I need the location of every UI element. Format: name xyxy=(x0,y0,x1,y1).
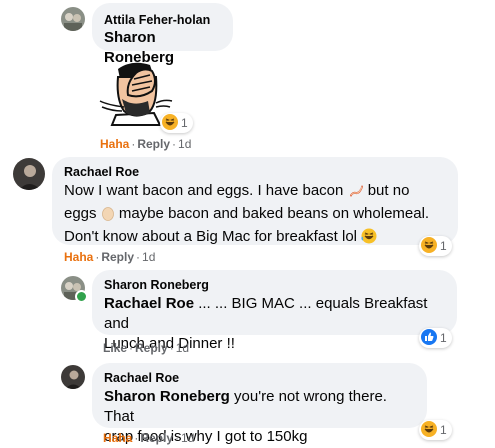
comment-actions: Haha · Reply · 1d xyxy=(64,250,156,264)
timestamp[interactable]: 1d xyxy=(181,431,194,445)
comment-author[interactable]: Rachael Roe xyxy=(104,371,415,385)
laughing-emoji xyxy=(361,228,377,250)
like-action[interactable]: Like xyxy=(103,341,127,355)
reaction-count[interactable]: 1 xyxy=(419,328,452,348)
comment-bubble: Sharon Roneberg Rachael Roe ... ... BIG … xyxy=(92,270,457,352)
avatar[interactable] xyxy=(13,158,45,190)
haha-action[interactable]: Haha xyxy=(103,431,132,445)
reply-action[interactable]: Reply xyxy=(137,137,170,151)
timestamp[interactable]: 1d xyxy=(178,137,191,151)
comment-bubble: Rachael Roe Now I want bacon and eggs. I… xyxy=(52,157,458,245)
haha-action[interactable]: Haha xyxy=(100,137,129,151)
comment-bubble: Rachael Roe Sharon Roneberg you're not w… xyxy=(92,363,427,445)
reply-action[interactable]: Reply xyxy=(135,341,168,355)
comment-actions: Haha · Reply · 1d xyxy=(103,431,195,445)
comment-author[interactable]: Rachael Roe xyxy=(64,165,446,179)
reaction-count[interactable]: 1 xyxy=(160,113,193,133)
avatar[interactable] xyxy=(61,7,85,31)
online-status-indicator xyxy=(75,290,88,303)
haha-react-icon xyxy=(162,113,181,133)
avatar[interactable] xyxy=(61,365,85,389)
mention-link[interactable]: Sharon Roneberg xyxy=(104,388,230,405)
haha-action[interactable]: Haha xyxy=(64,250,93,264)
mention-link[interactable]: Rachael Roe xyxy=(104,295,194,312)
comment-actions: Like · Reply · 1d xyxy=(103,341,190,355)
haha-react-icon xyxy=(421,420,440,440)
bacon-emoji xyxy=(348,182,364,204)
comment-actions: Haha · Reply · 1d xyxy=(100,137,192,151)
comment-author[interactable]: Sharon Roneberg xyxy=(104,278,445,292)
reply-action[interactable]: Reply xyxy=(140,431,173,445)
haha-react-icon xyxy=(421,236,440,256)
comment-text: Now I want bacon and eggs. I have bacon … xyxy=(64,181,446,250)
timestamp[interactable]: 1d xyxy=(176,341,189,355)
reaction-count[interactable]: 1 xyxy=(419,420,452,440)
comment-author[interactable]: Attila Feher-holan xyxy=(104,13,221,27)
timestamp[interactable]: 1d xyxy=(142,250,155,264)
comment-bubble: Attila Feher-holan Sharon Roneberg xyxy=(92,3,233,66)
reply-action[interactable]: Reply xyxy=(101,250,134,264)
reaction-count[interactable]: 1 xyxy=(419,236,452,256)
like-react-icon xyxy=(421,328,440,348)
egg-emoji xyxy=(101,205,115,227)
